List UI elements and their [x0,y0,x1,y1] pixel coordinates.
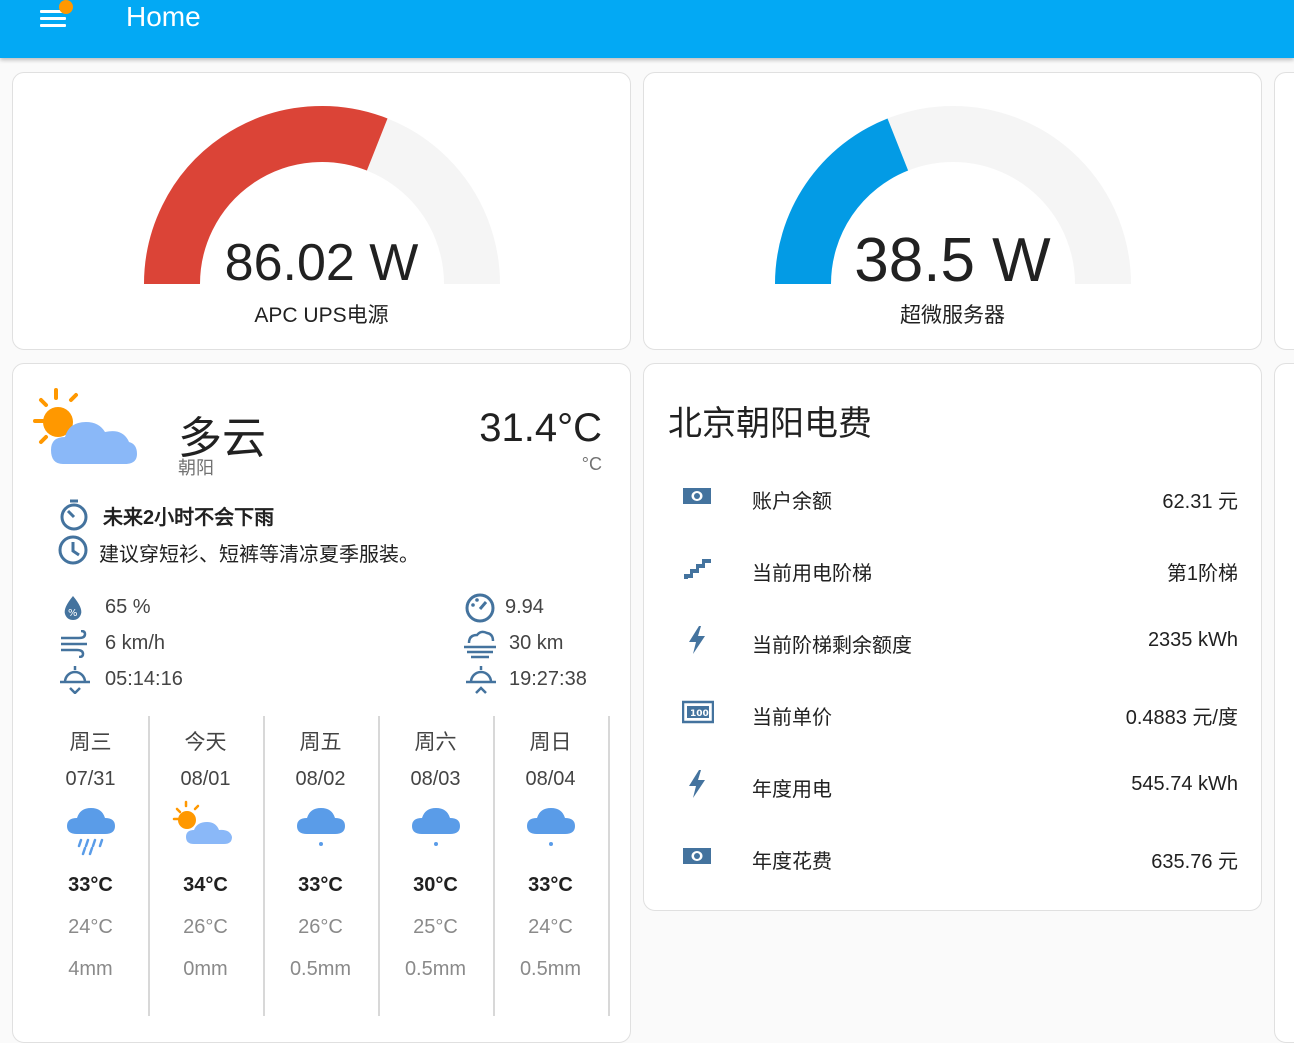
forecast-high: 33°C [298,874,343,896]
clock-icon [58,535,88,565]
entity-row[interactable]: 当前用电阶梯 第1阶梯 [644,549,1260,589]
entity-row[interactable]: 年度用电 545.74 kWh [644,765,1260,805]
forecast-weekday: 周三 [69,731,112,754]
forecast-low: 26°C [298,916,343,938]
forecast-day: 周六 08/03 30°C 25°C 0.5mm [378,716,495,1016]
sunset-icon [466,666,496,694]
weather-card[interactable]: 多云 朝阳 31.4°C °C 未来2小时不会下雨 建议穿短衫、短裤等清凉夏季服… [12,363,631,1043]
gauge-label: 超微服务器 [900,304,1005,327]
forecast-low: 24°C [68,916,113,938]
entity-name: 当前用电阶梯 [752,563,872,585]
forecast-date: 08/02 [295,768,346,790]
forecast-day: 今天 08/01 34°C 26°C 0mm [148,716,265,1016]
forecast-weekday: 今天 [184,731,227,754]
electricity-card: 北京朝阳电费 账户余额 62.31 元 当前用电阶梯 第1阶梯 当前阶梯剩余额度… [643,363,1262,911]
entity-row[interactable]: 当前阶梯剩余额度 2335 kWh [644,621,1260,661]
gauge-value: 38.5 W [854,226,1051,295]
forecast-date: 08/04 [525,768,576,790]
entity-value: 635.76 元 [1151,851,1238,873]
entity-value: 0.4883 元/度 [1125,707,1238,729]
forecast-weekday: 周五 [299,731,342,754]
forecast-precip: 0mm [183,958,228,980]
forecast-precip: 0.5mm [289,958,352,980]
forecast-day: 周三 07/31 33°C 24°C 4mm [33,716,150,1016]
weather-temperature: 31.4°C [479,406,602,450]
entity-value: 62.31 元 [1162,491,1238,513]
forecast-date: 08/03 [410,768,461,790]
svg-text:100: 100 [690,709,709,719]
fog-icon [464,630,496,659]
entity-value: 第1阶梯 [1166,563,1238,585]
entity-row[interactable]: 账户余额 62.31 元 [644,477,1260,517]
forecast-high: 33°C [68,874,113,896]
menu-icon[interactable] [36,0,76,34]
partial-card [1274,72,1294,350]
forecast-precip: 4mm [68,958,113,980]
rain-alert-title: 未来2小时不会下雨 [103,507,275,529]
forecast-low: 26°C [183,916,228,938]
entity-value: 545.74 kWh [1131,773,1238,795]
timer-icon [60,499,88,531]
gauge-card-server[interactable]: 38.5 W 超微服务器 [643,72,1262,350]
partly-cloudy-icon [172,800,232,844]
sunset-value: 19:27:38 [509,668,587,690]
humidity-value: 65 % [105,596,151,618]
entity-row[interactable]: 年度花费 635.76 元 [644,837,1260,877]
entity-value: 2335 kWh [1147,629,1238,651]
wind-icon [61,630,87,658]
entity-name: 年度用电 [752,779,832,801]
entity-row[interactable]: 100 当前单价 0.4883 元/度 [644,693,1260,733]
weather-location: 朝阳 [178,458,214,478]
gauge-value: 86.02 W [224,234,419,292]
forecast-low: 25°C [413,916,458,938]
forecast-date: 07/31 [65,768,116,790]
temperature-unit: °C [581,454,602,474]
rain-icon [67,808,115,856]
flash-icon [689,770,705,798]
partly-cloudy-icon [33,388,137,464]
visibility-value: 30 km [509,632,564,654]
entity-name: 当前阶梯剩余额度 [752,635,912,657]
cash-icon [683,848,711,864]
notification-dot [59,0,73,14]
pressure-value: 9.94 [505,596,544,618]
stairs-icon [684,559,711,579]
clothing-advice: 建议穿短衫、短裤等清凉夏季服装。 [99,544,419,566]
light-rain-icon [412,808,460,846]
forecast-precip: 0.5mm [519,958,582,980]
light-rain-icon [297,808,345,846]
gauge-card-ups[interactable]: 86.02 W APC UPS电源 [12,72,631,350]
forecast-weekday: 周六 [414,731,457,754]
light-rain-icon [527,808,575,846]
humidity-icon: % [64,596,82,620]
partial-card [1274,363,1294,1043]
forecast-weekday: 周日 [529,731,572,754]
page-title: Home [126,1,201,32]
forecast-date: 08/01 [180,768,231,790]
cash-100-icon: 100 [682,700,714,724]
flash-icon [689,626,705,654]
forecast-day: 周五 08/02 33°C 26°C 0.5mm [263,716,380,1016]
forecast-high: 30°C [413,874,458,896]
entity-name: 当前单价 [752,707,832,729]
entity-name: 账户余额 [752,491,832,513]
cash-icon [683,488,711,504]
sunrise-icon [60,666,90,694]
forecast-high: 34°C [183,874,228,896]
card-title: 北京朝阳电费 [668,405,872,443]
forecast-precip: 0.5mm [404,958,467,980]
gauge-label: APC UPS电源 [254,304,389,327]
entity-name: 年度花费 [752,851,832,873]
gauge-icon [465,593,495,623]
svg-text:%: % [68,608,78,619]
forecast-high: 33°C [528,874,573,896]
sunrise-value: 05:14:16 [105,668,183,690]
app-toolbar: Home [0,0,1294,58]
forecast-low: 24°C [528,916,573,938]
wind-value: 6 km/h [105,632,166,654]
forecast-day: 周日 08/04 33°C 24°C 0.5mm [493,716,610,1016]
